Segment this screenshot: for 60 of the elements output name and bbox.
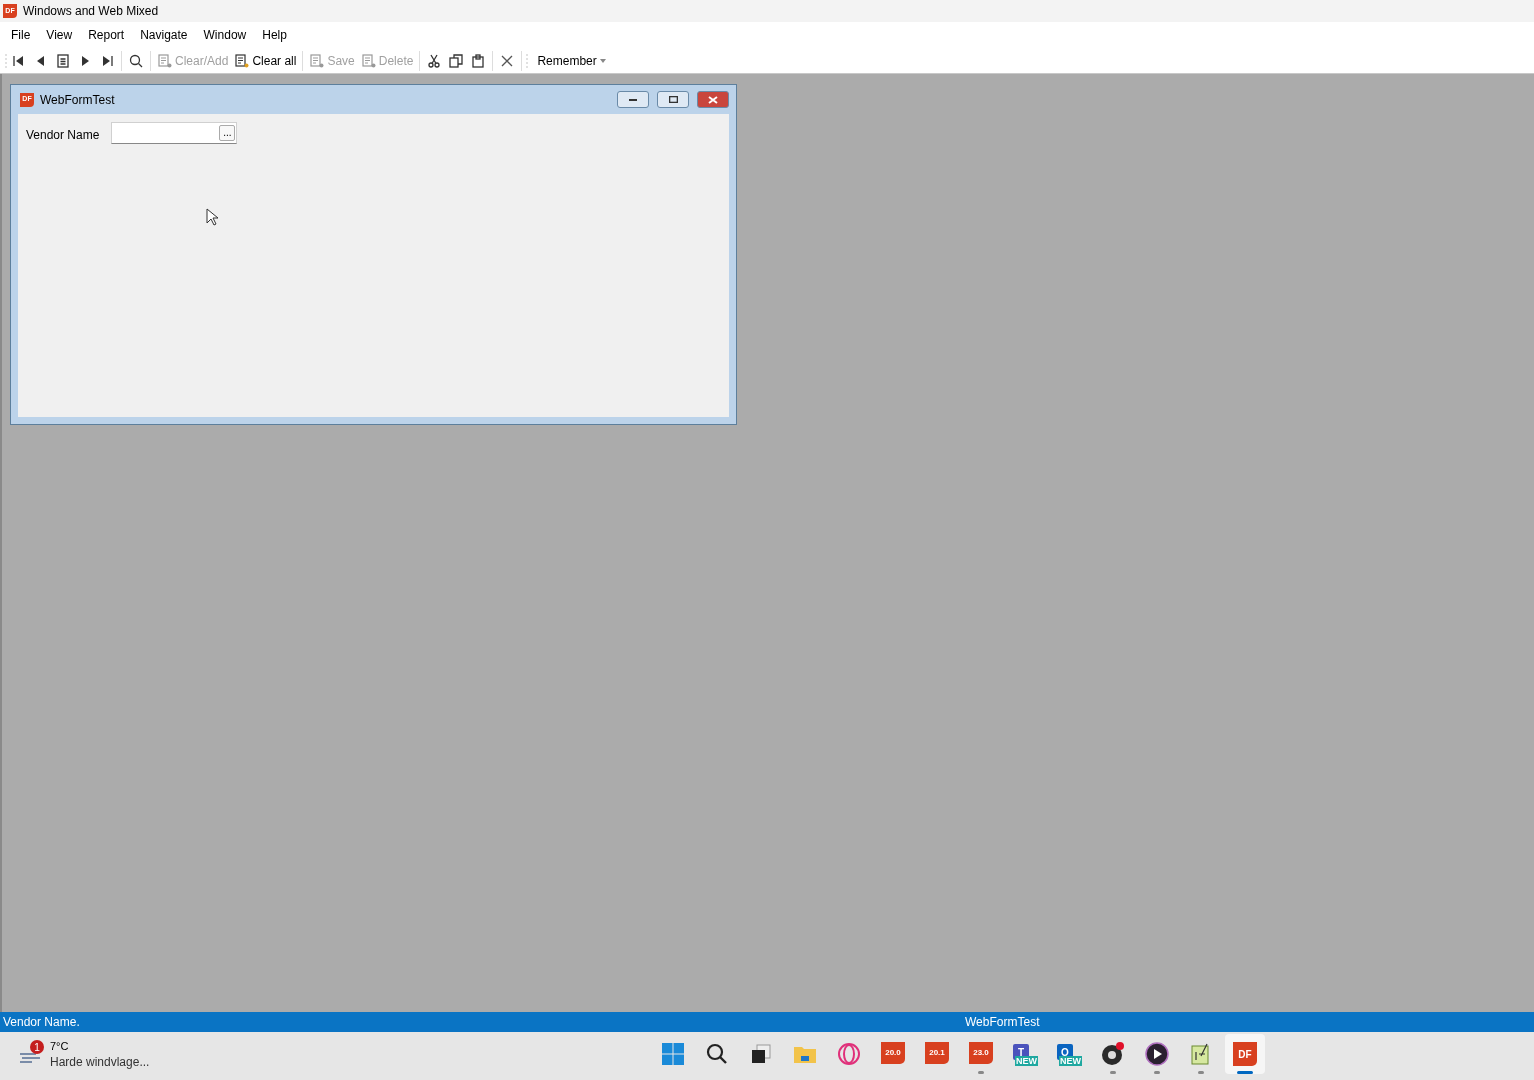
document-icon [234, 52, 251, 69]
document-icon [157, 52, 173, 69]
taskbar-app[interactable]: O NEW [1049, 1034, 1089, 1074]
ring-icon [837, 1042, 861, 1066]
document-check-icon [309, 52, 326, 69]
menu-item[interactable]: File [3, 23, 39, 47]
app-icon: DF [1233, 1042, 1257, 1066]
notification-badge: 1 [30, 1040, 44, 1054]
caret-icon [599, 58, 606, 63]
document-delete-icon [360, 52, 377, 69]
window-title: Windows and Web Mixed [23, 3, 159, 20]
toolbar-button[interactable]: Clear all [231, 49, 300, 72]
status-text: Vendor Name. [3, 1014, 80, 1031]
maximize-button[interactable] [657, 91, 689, 108]
scissors-icon [426, 52, 443, 69]
running-indicator [1110, 1071, 1116, 1074]
new-badge: NEW [1059, 1056, 1082, 1066]
app-icon: 20.1 [925, 1042, 949, 1064]
menu-item[interactable]: View [38, 23, 81, 47]
taskbar-app[interactable]: 20.0 [873, 1034, 913, 1074]
copy-icon [448, 52, 465, 69]
remember-dropdown[interactable]: Remember [529, 49, 614, 72]
close-icon [708, 95, 718, 104]
minimize-icon [629, 98, 637, 101]
paste-icon [470, 52, 487, 69]
menu-item[interactable]: Report [80, 23, 133, 47]
search-icon [128, 52, 144, 69]
status-text: WebFormTest [965, 1014, 1040, 1031]
maximize-icon [668, 96, 678, 103]
task-view-icon [749, 1042, 773, 1066]
field-label: Vendor Name [26, 127, 100, 144]
running-indicator [1198, 1071, 1204, 1074]
lookup-button[interactable]: ... [219, 125, 236, 141]
new-badge: NEW [1015, 1056, 1038, 1066]
taskbar-app[interactable]: DF [1225, 1034, 1265, 1074]
record-icon [1101, 1042, 1125, 1066]
weather-temperature: 7°C [50, 1039, 70, 1054]
list-icon [55, 52, 71, 69]
running-indicator [1237, 1071, 1253, 1074]
running-indicator [978, 1071, 984, 1074]
taskbar-app[interactable]: 23.0 [961, 1034, 1001, 1074]
toolbar-grip [525, 52, 530, 69]
vendor-name-field[interactable]: ... [111, 122, 238, 144]
close-button[interactable] [697, 91, 729, 108]
taskbar-app[interactable]: T NEW [1005, 1034, 1045, 1074]
app-icon: 23.0 [969, 1042, 993, 1064]
running-indicator [1154, 1071, 1160, 1074]
app-icon: 20.0 [881, 1042, 905, 1064]
menu-item[interactable]: Window [195, 23, 255, 47]
windows-logo-icon [661, 1042, 685, 1066]
wind-icon [18, 1050, 42, 1064]
weather-description: Harde windvlage... [50, 1054, 150, 1070]
play-icon [1145, 1042, 1169, 1066]
window-title: WebFormTest [40, 91, 116, 109]
search-icon [705, 1042, 729, 1066]
taskbar-app[interactable]: 20.1 [917, 1034, 957, 1074]
menu-item[interactable]: Navigate [132, 23, 196, 47]
minimize-button[interactable] [617, 91, 649, 108]
mouse-cursor [206, 208, 218, 226]
menu-item[interactable]: Help [254, 23, 295, 47]
